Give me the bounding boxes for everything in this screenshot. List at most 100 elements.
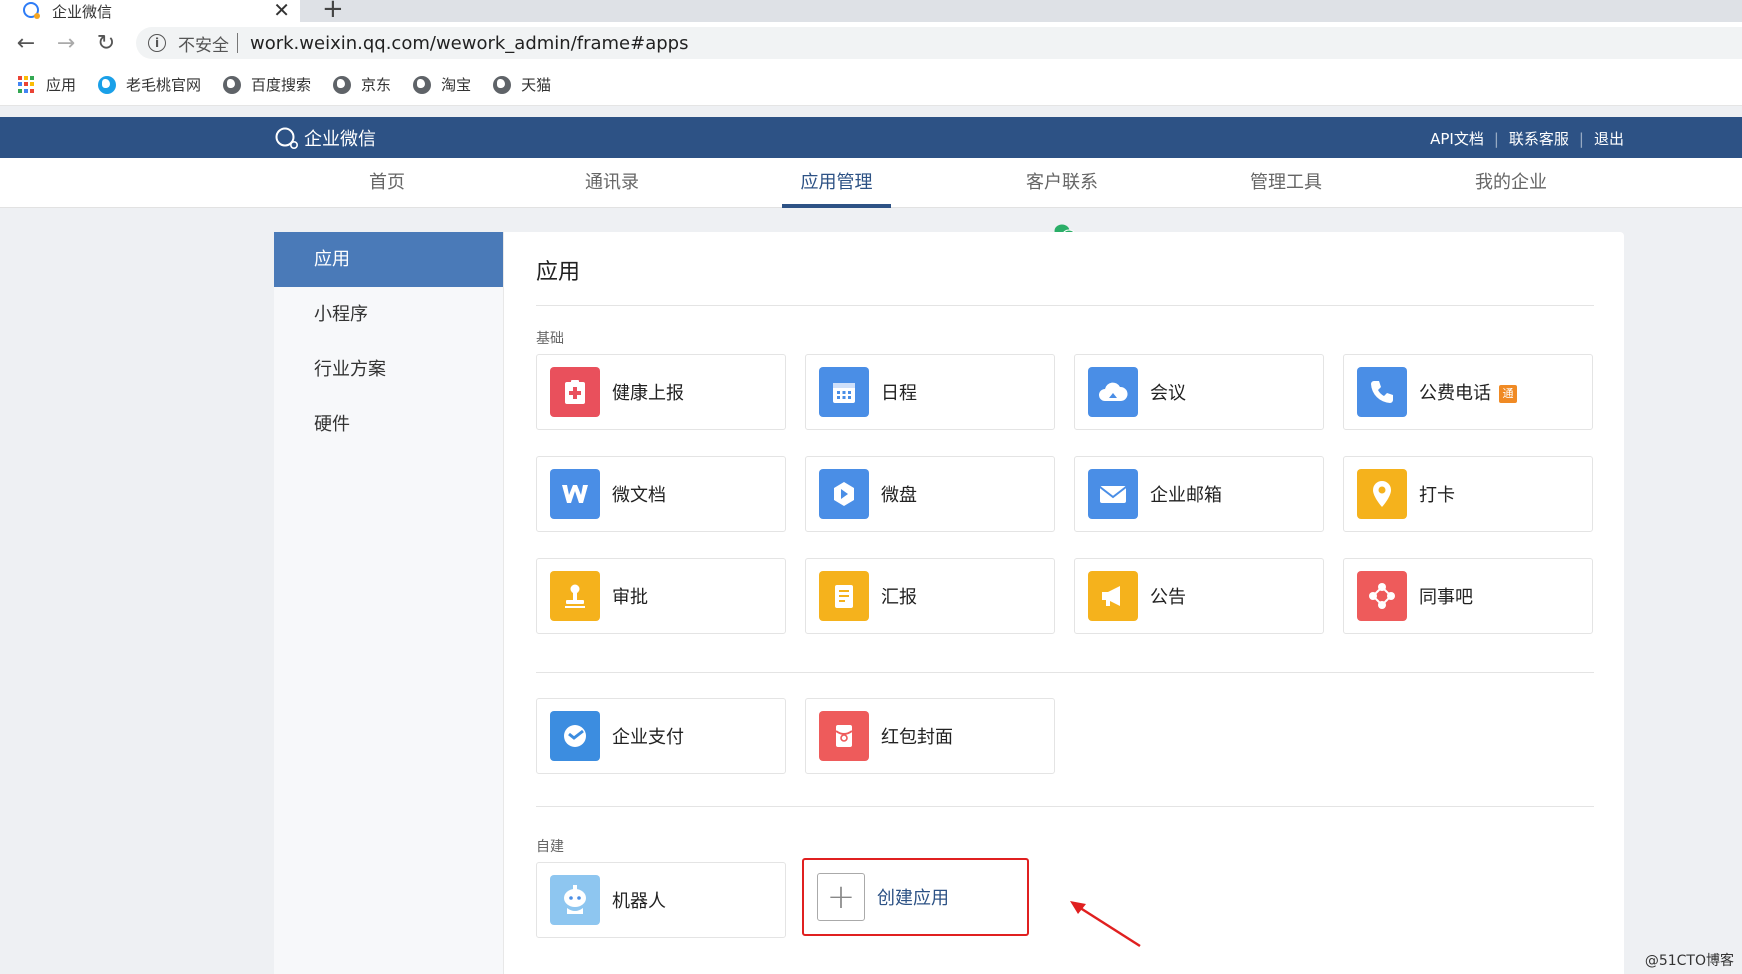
app-card-enterprise-mail[interactable]: 企业邮箱 xyxy=(1074,456,1324,532)
globe-icon xyxy=(333,75,352,94)
app-label-text: 公费电话 xyxy=(1419,383,1491,404)
app-card-report[interactable]: 汇报 xyxy=(805,558,1055,634)
app-label: 机器人 xyxy=(612,891,666,912)
app-label: 同事吧 xyxy=(1419,587,1473,608)
tab-customer-contact[interactable]: 客户联系 xyxy=(1010,158,1114,242)
location-pin-icon xyxy=(1357,469,1407,519)
app-label: 微文档 xyxy=(612,485,666,506)
browser-tab[interactable]: 企业微信 ✕ xyxy=(0,0,300,22)
link-separator: | xyxy=(1493,129,1499,148)
app-card-red-packet-cover[interactable]: 红包封面 xyxy=(805,698,1055,774)
tab-label: 客户联系 xyxy=(1026,172,1098,193)
globe-icon xyxy=(413,75,432,94)
app-card-enterprise-pay[interactable]: 企业支付 xyxy=(536,698,786,774)
app-label: 日程 xyxy=(881,383,917,404)
tab-admin-tools[interactable]: 管理工具 xyxy=(1249,158,1323,208)
content-panel: 应用 小程序 行业方案 硬件 应用 基础 健康上报 日程 会议 公费电话 通 微… xyxy=(274,232,1624,974)
sidebar-item-apps[interactable]: 应用 xyxy=(274,232,503,287)
colleague-network-icon xyxy=(1357,571,1407,621)
bookmark-baidu[interactable]: 百度搜索 xyxy=(223,74,311,95)
back-arrow-icon[interactable]: ← xyxy=(6,31,46,56)
megaphone-icon xyxy=(1088,571,1138,621)
mail-icon xyxy=(1088,469,1138,519)
reload-icon[interactable]: ↻ xyxy=(86,31,126,56)
globe-icon xyxy=(223,75,242,94)
app-label: 企业邮箱 xyxy=(1150,485,1222,506)
wework-favicon-icon xyxy=(23,2,40,19)
sidebar-item-industry-solutions[interactable]: 行业方案 xyxy=(274,342,503,397)
plus-icon: + xyxy=(817,873,865,921)
meeting-cloud-icon xyxy=(1088,367,1138,417)
app-card-wedrive[interactable]: 微盘 xyxy=(805,456,1055,532)
tab-close-icon[interactable]: ✕ xyxy=(273,0,290,22)
url-separator xyxy=(237,33,238,53)
section-divider xyxy=(536,672,1594,673)
logout-link[interactable]: 退出 xyxy=(1594,128,1624,149)
main-nav: 首页 通讯录 应用管理 客户联系 管理工具 我的企业 xyxy=(0,158,1742,242)
health-report-icon xyxy=(550,367,600,417)
pay-icon xyxy=(550,711,600,761)
bookmark-label: 京东 xyxy=(361,76,392,94)
bookmark-label: 天猫 xyxy=(521,76,552,94)
site-icon xyxy=(98,75,117,94)
app-card-health-report[interactable]: 健康上报 xyxy=(536,354,786,430)
logo-text: 企业微信 xyxy=(304,129,376,150)
app-card-robot[interactable]: 机器人 xyxy=(536,862,786,938)
app-label: 红包封面 xyxy=(881,727,953,748)
app-label: 打卡 xyxy=(1419,485,1455,506)
bookmark-label: 应用 xyxy=(46,76,77,94)
phone-icon xyxy=(1357,367,1407,417)
sidebar: 应用 小程序 行业方案 硬件 xyxy=(274,232,504,974)
tab-app-management[interactable]: 应用管理 xyxy=(782,158,891,208)
app-card-meeting[interactable]: 会议 xyxy=(1074,354,1324,430)
tab-my-enterprise[interactable]: 我的企业 xyxy=(1474,158,1548,208)
app-card-checkin[interactable]: 打卡 xyxy=(1343,456,1593,532)
site-info-icon[interactable]: i xyxy=(148,34,166,52)
bookmark-tmall[interactable]: 天猫 xyxy=(493,74,551,95)
contact-support-link[interactable]: 联系客服 xyxy=(1509,128,1569,149)
title-divider xyxy=(536,305,1594,306)
sidebar-item-mini-programs[interactable]: 小程序 xyxy=(274,287,503,342)
app-card-approval[interactable]: 审批 xyxy=(536,558,786,634)
app-card-announcement[interactable]: 公告 xyxy=(1074,558,1324,634)
tab-contacts[interactable]: 通讯录 xyxy=(583,158,641,208)
globe-icon xyxy=(493,75,512,94)
insecure-label: 不安全 xyxy=(178,35,229,56)
doc-w-icon xyxy=(550,469,600,519)
apps-grid-icon xyxy=(18,75,36,94)
app-card-public-phone[interactable]: 公费电话通 xyxy=(1343,354,1593,430)
address-bar: ← → ↻ i 不安全 work.weixin.qq.com/wework_ad… xyxy=(0,22,1742,64)
url-field[interactable]: i 不安全 work.weixin.qq.com/wework_admin/fr… xyxy=(136,27,1742,59)
app-header: 企业微信 API文档 | 联系客服 | 退出 xyxy=(0,117,1742,158)
app-label: 企业支付 xyxy=(612,727,684,748)
app-label: 微盘 xyxy=(881,485,917,506)
app-card-calendar[interactable]: 日程 xyxy=(805,354,1055,430)
header-links: API文档 | 联系客服 | 退出 xyxy=(1430,128,1624,149)
tab-title: 企业微信 xyxy=(52,2,113,21)
app-card-wedoc[interactable]: 微文档 xyxy=(536,456,786,532)
browser-tab-strip: 企业微信 ✕ + xyxy=(0,0,1742,24)
wework-logo[interactable]: 企业微信 xyxy=(274,125,376,151)
bookmark-laomaotao[interactable]: 老毛桃官网 xyxy=(98,74,201,95)
bookmark-apps[interactable]: 应用 xyxy=(18,74,76,95)
app-label: 健康上报 xyxy=(612,383,684,404)
api-docs-link[interactable]: API文档 xyxy=(1430,128,1484,149)
wework-logo-icon xyxy=(275,127,298,150)
calendar-icon xyxy=(819,367,869,417)
bookmark-label: 老毛桃官网 xyxy=(126,76,202,94)
app-card-colleague-forum[interactable]: 同事吧 xyxy=(1343,558,1593,634)
forward-arrow-icon[interactable]: → xyxy=(46,31,86,56)
bookmark-jd[interactable]: 京东 xyxy=(333,74,391,95)
create-app-label: 创建应用 xyxy=(877,888,949,909)
bookmark-taobao[interactable]: 淘宝 xyxy=(413,74,471,95)
create-app-button[interactable]: + 创建应用 xyxy=(802,858,1029,936)
report-doc-icon xyxy=(819,571,869,621)
page-title: 应用 xyxy=(536,260,581,285)
bookmarks-bar: 应用 老毛桃官网 百度搜索 京东 淘宝 天猫 xyxy=(0,64,1742,106)
bookmark-label: 淘宝 xyxy=(441,76,472,94)
new-tab-button[interactable]: + xyxy=(322,0,344,24)
tab-home[interactable]: 首页 xyxy=(362,158,412,208)
approval-stamp-icon xyxy=(550,571,600,621)
sidebar-item-hardware[interactable]: 硬件 xyxy=(274,397,503,452)
app-label: 审批 xyxy=(612,587,648,608)
